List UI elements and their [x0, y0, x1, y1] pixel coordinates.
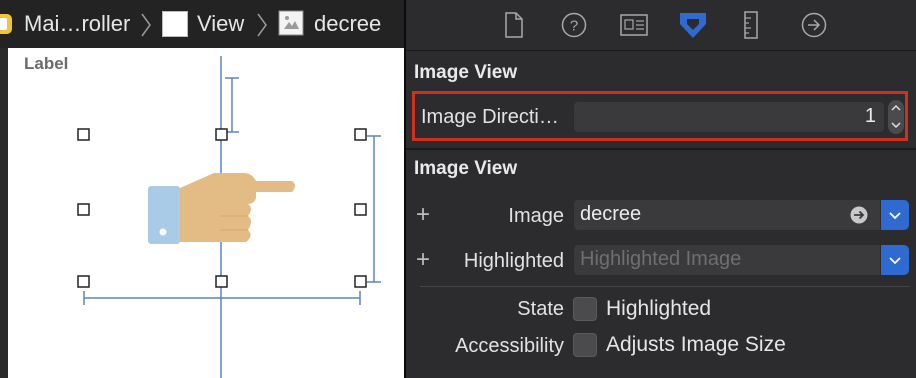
image-direction-label: Image Directi…: [421, 106, 559, 128]
constraint-height: [367, 135, 381, 283]
add-variation-button[interactable]: +: [416, 248, 430, 272]
add-variation-button[interactable]: +: [416, 203, 430, 227]
section-divider: [420, 286, 910, 287]
accessibility-label: Accessibility: [455, 335, 564, 357]
interface-builder-canvas[interactable]: Label: [0, 48, 404, 378]
identity-inspector-icon[interactable]: [620, 14, 648, 36]
constraint-top-space: [225, 77, 239, 133]
stepper-down-icon[interactable]: [891, 120, 901, 130]
constraint-width: [83, 291, 361, 305]
image-combo-field[interactable]: decree: [574, 200, 880, 230]
canvas-selection-overlay: [77, 56, 381, 378]
chevron-down-icon: [889, 257, 901, 265]
breadcrumb-item-view[interactable]: View: [160, 0, 255, 48]
highlighted-dropdown-button[interactable]: [881, 245, 909, 275]
stepper-up-icon[interactable]: [891, 103, 901, 113]
breadcrumb-label: decree: [314, 11, 382, 36]
connections-inspector-icon[interactable]: [801, 12, 827, 38]
adjusts-image-size-label[interactable]: Adjusts Image Size: [606, 333, 786, 357]
file-inspector-icon[interactable]: [503, 12, 525, 38]
section-title-image-view: Image View: [414, 62, 518, 83]
storyboard-scene-icon: [0, 14, 12, 34]
section-title-image-view-2: Image View: [414, 158, 518, 179]
attributes-inspector-icon[interactable]: [678, 10, 708, 40]
pointing-hand-image: [148, 173, 295, 244]
view-icon: [162, 11, 188, 37]
image-view-icon: [278, 10, 304, 36]
chevron-down-icon: [889, 212, 901, 220]
inspector-toolbar: ?: [406, 0, 916, 51]
breadcrumb-label: Mai…roller: [24, 11, 131, 36]
adjusts-image-size-checkbox[interactable]: [573, 333, 597, 357]
image-direction-value: 1: [864, 105, 876, 127]
chevron-right-icon: [141, 13, 151, 37]
highlighted-checkbox[interactable]: [573, 297, 597, 321]
state-label: State: [517, 298, 564, 320]
highlighted-image-field[interactable]: Highlighted Image: [574, 245, 880, 275]
chevron-right-icon: [257, 13, 267, 37]
size-inspector-icon[interactable]: [742, 11, 760, 39]
image-direction-field[interactable]: 1: [574, 102, 884, 132]
breadcrumb-item-scene[interactable]: Mai…roller: [0, 0, 140, 48]
attributes-inspector: ? Image View Image Directi… 1 Image View…: [406, 0, 916, 378]
breadcrumb-item-image-view[interactable]: decree: [276, 0, 404, 48]
image-value: decree: [580, 203, 642, 225]
highlighted-image-placeholder: Highlighted Image: [580, 248, 742, 270]
jump-bar: Mai…roller View decree: [0, 0, 404, 48]
image-label: Image: [508, 205, 564, 227]
image-direction-row: Image Directi… 1: [412, 91, 908, 141]
highlighted-label: Highlighted: [463, 250, 564, 272]
go-to-arrow-icon[interactable]: [850, 206, 868, 224]
svg-text:?: ?: [570, 18, 578, 35]
breadcrumb-label: View: [197, 11, 245, 36]
image-dropdown-button[interactable]: [881, 200, 909, 230]
highlighted-checkbox-label[interactable]: Highlighted: [606, 297, 711, 321]
quick-help-icon[interactable]: ?: [561, 12, 587, 38]
section-divider: [406, 148, 916, 150]
image-direction-stepper[interactable]: [888, 100, 904, 134]
